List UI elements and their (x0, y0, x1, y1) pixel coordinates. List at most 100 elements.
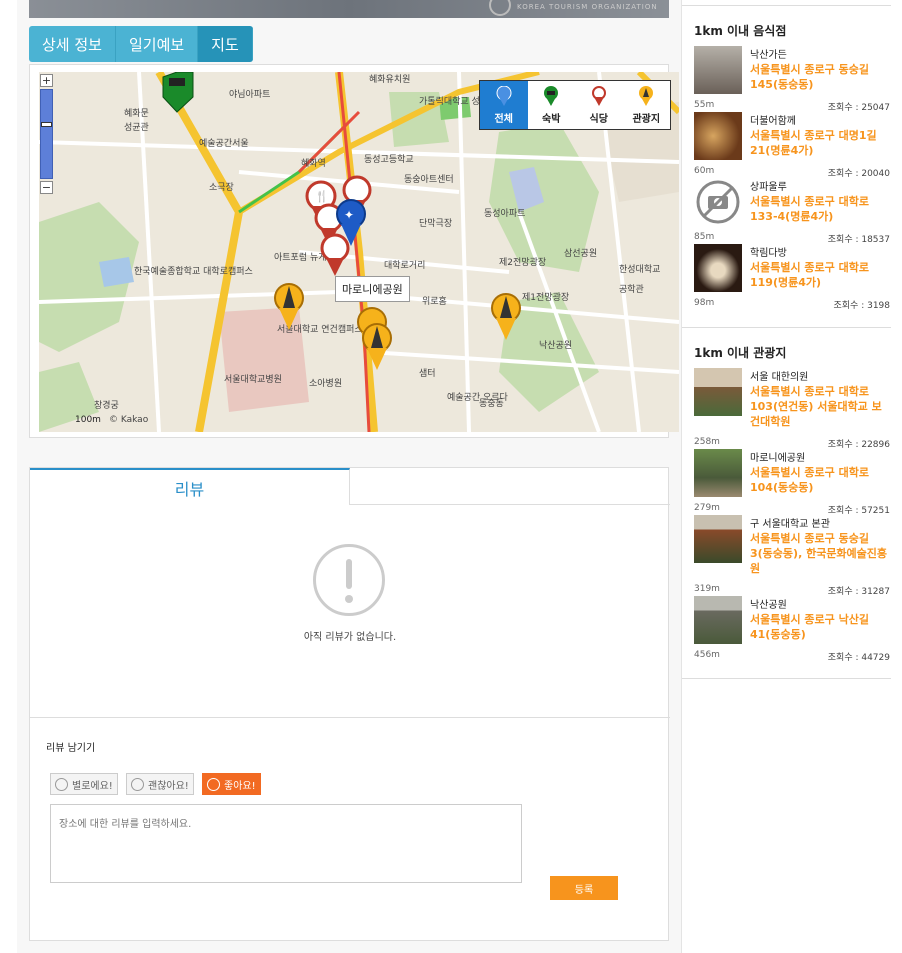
divider (682, 5, 891, 6)
tab-review[interactable]: 리뷰 (30, 468, 350, 505)
list-item[interactable]: 낙산가든 서울특별시 종로구 동숭길 145(동숭동) 55m 조회수 : 25… (694, 46, 890, 113)
review-divider (30, 717, 670, 718)
place-name: 구 서울대학교 본관 (750, 519, 830, 530)
place-name: 서울 대한의원 (750, 372, 809, 383)
list-item[interactable]: 학림다방 서울특별시 종로구 대학로 119(명륜4가) 98m 조회수 : 3… (694, 244, 891, 311)
list-item[interactable]: 마로니에공원 서울특별시 종로구 대학로 104(동숭동) 279m 조회수 :… (694, 449, 890, 516)
place-distance: 319m (694, 584, 720, 594)
filter-attraction-label: 관광지 (632, 114, 661, 125)
place-name: 낙산가든 (750, 50, 787, 61)
map-category-filter: 전체 숙박 식당 관광지 (479, 80, 671, 130)
place-name: 학림다방 (750, 248, 787, 259)
place-thumbnail (694, 449, 742, 497)
rating-bad-label: 별로에요! (72, 780, 113, 792)
food-section-title: 1km 이내 음식점 (694, 24, 787, 38)
svg-text:🍴: 🍴 (315, 190, 329, 203)
place-thumbnail (694, 112, 742, 160)
filter-lodging[interactable]: 숙박 (528, 81, 576, 129)
rating-good-button[interactable]: 좋아요! (202, 773, 261, 795)
place-address[interactable]: 서울특별시 종로구 대명1길 21(명륜4가) (750, 128, 890, 158)
zoom-slider-handle[interactable] (41, 122, 52, 127)
place-distance: 55m (694, 100, 715, 110)
attraction-marker[interactable] (491, 293, 521, 340)
place-address[interactable]: 서울특별시 종로구 대학로 133-4(명륜4가) (750, 194, 890, 224)
place-address[interactable]: 서울특별시 종로구 대학로 103(연건동) 서울대학교 보건대학원 (750, 384, 890, 429)
map-copyright: © Kakao (109, 415, 149, 425)
filter-all[interactable]: 전체 (480, 81, 528, 129)
filter-restaurant[interactable]: 식당 (575, 81, 623, 129)
filter-all-label: 전체 (494, 114, 513, 125)
tab-divider (350, 504, 670, 505)
divider (682, 327, 891, 328)
rating-good-label: 좋아요! (224, 780, 256, 792)
banner-org-text: KOREA TOURISM ORGANIZATION (517, 3, 658, 11)
empty-review-message: 아직 리뷰가 없습니다. (303, 632, 397, 643)
place-address[interactable]: 서울특별시 종로구 동숭길 145(동숭동) (750, 62, 890, 92)
main-column: KOREA TOURISM ORGANIZATION 상세 정보 일기예보 지도 (17, 0, 681, 953)
rating-ok-label: 괜찮아요! (148, 780, 189, 792)
tab-map[interactable]: 지도 (198, 26, 253, 62)
zoom-control: + − (40, 74, 54, 206)
place-thumbnail (694, 244, 742, 292)
exclamation-icon (313, 544, 385, 616)
rating-bad-button[interactable]: 별로에요! (50, 773, 118, 795)
bed-pin-icon (544, 86, 559, 106)
place-name: 마로니에공원 (750, 453, 806, 464)
list-item[interactable]: 상파울루 서울특별시 종로구 대학로 133-4(명륜4가) 85m 조회수 :… (694, 178, 890, 245)
place-name: 낙산공원 (750, 600, 787, 611)
logo-seal-icon (489, 0, 511, 16)
list-item[interactable]: 서울 대한의원 서울특별시 종로구 대학로 103(연건동) 서울대학교 보건대… (694, 368, 890, 450)
place-name: 더불어함께 (750, 116, 796, 127)
zoom-slider[interactable] (40, 89, 53, 179)
submit-review-button[interactable]: 등록 (550, 876, 618, 900)
sad-face-icon (55, 777, 68, 791)
neutral-face-icon (131, 777, 144, 791)
filter-attraction[interactable]: 관광지 (623, 81, 671, 129)
nearby-sidebar: 1km 이내 음식점 낙산가든 서울특별시 종로구 동숭길 145(동숭동) 5… (681, 0, 902, 953)
list-item[interactable]: 더불어함께 서울특별시 종로구 대명1길 21(명륜4가) 60m 조회수 : … (694, 112, 890, 179)
tour-section-title: 1km 이내 관광지 (694, 346, 787, 360)
no-photo-icon (694, 178, 742, 226)
place-distance: 279m (694, 503, 720, 513)
review-textarea[interactable] (50, 804, 522, 883)
detail-tabs: 상세 정보 일기예보 지도 (29, 26, 253, 62)
tower-pin-icon (639, 86, 654, 106)
svg-text:✦: ✦ (344, 208, 354, 222)
lodging-marker[interactable] (162, 72, 194, 113)
zoom-out-button[interactable]: − (40, 181, 53, 194)
place-distance: 456m (694, 650, 720, 660)
place-address[interactable]: 서울특별시 종로구 낙산길 41(동숭동) (750, 612, 890, 642)
place-views: 조회수 : 3198 (833, 301, 891, 311)
fork-pin-icon (591, 86, 606, 106)
divider (682, 678, 891, 679)
review-panel: 리뷰 아직 리뷰가 없습니다. 리뷰 남기기 별로에요! 괜찮아요! 좋아요! … (29, 467, 670, 941)
place-address[interactable]: 서울특별시 종로구 대학로 104(동숭동) (750, 465, 890, 495)
place-thumbnail (694, 46, 742, 94)
rating-ok-button[interactable]: 괜찮아요! (126, 773, 194, 795)
map-panel: 혜화유치원 가톨릭대학교 성신교정 야님아파트 예술공간서울 동성고등학교 혜화… (29, 64, 679, 438)
place-address[interactable]: 서울특별시 종로구 대학로 119(명륜4가) (750, 260, 890, 290)
tab-detail-info[interactable]: 상세 정보 (29, 26, 116, 62)
list-item[interactable]: 구 서울대학교 본관 서울특별시 종로구 동숭길 3(동숭동), 한국문화예술진… (694, 515, 890, 597)
attraction-marker[interactable] (274, 283, 304, 330)
place-distance: 98m (694, 298, 715, 308)
globe-pin-icon (496, 86, 512, 106)
list-item[interactable]: 낙산공원 서울특별시 종로구 낙산길 41(동숭동) 456m 조회수 : 44… (694, 596, 890, 663)
marker-tooltip: 마로니에공원 (335, 276, 410, 302)
place-thumbnail (694, 368, 742, 416)
map-canvas[interactable]: 혜화유치원 가톨릭대학교 성신교정 야님아파트 예술공간서울 동성고등학교 혜화… (39, 72, 679, 432)
restaurant-marker[interactable] (320, 233, 350, 276)
place-distance: 258m (694, 437, 720, 447)
place-distance: 85m (694, 232, 715, 242)
filter-restaurant-label: 식당 (589, 114, 608, 125)
zoom-in-button[interactable]: + (40, 74, 53, 87)
map-scale: 100m (75, 415, 101, 425)
attraction-marker[interactable] (362, 323, 392, 370)
place-address[interactable]: 서울특별시 종로구 동숭길 3(동숭동), 한국문화예술진흥원 (750, 531, 890, 576)
tab-weather[interactable]: 일기예보 (115, 26, 199, 62)
place-thumbnail (694, 515, 742, 563)
top-banner-image: KOREA TOURISM ORGANIZATION (29, 0, 669, 18)
place-views: 조회수 : 44729 (827, 653, 890, 663)
leave-review-title: 리뷰 남기기 (46, 743, 96, 754)
place-thumbnail (694, 596, 742, 644)
